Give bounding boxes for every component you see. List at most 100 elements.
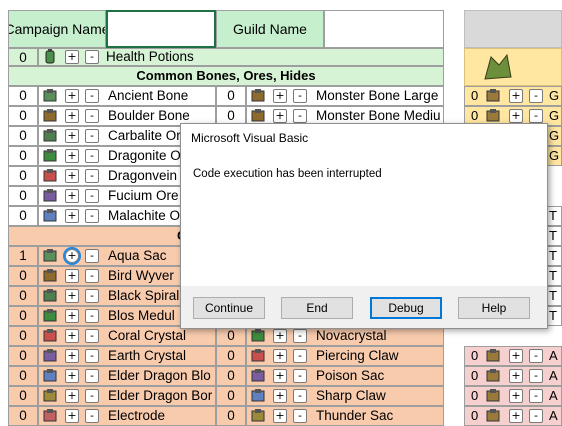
minus-button[interactable]: - xyxy=(85,269,99,283)
right-plus-button[interactable]: + xyxy=(509,369,523,383)
right-plus-button[interactable]: + xyxy=(509,349,523,363)
qty-cell[interactable]: 0 xyxy=(216,366,246,386)
qty-cell[interactable]: 0 xyxy=(8,206,38,226)
minus-button[interactable]: - xyxy=(293,109,307,123)
minus-button[interactable]: - xyxy=(293,329,307,343)
qty-cell[interactable]: 0 xyxy=(8,346,38,366)
qty-cell[interactable]: 0 xyxy=(8,406,38,426)
item-icon xyxy=(43,89,57,102)
minus-button[interactable]: - xyxy=(85,349,99,363)
minus-button[interactable]: - xyxy=(85,129,99,143)
minus-button[interactable]: - xyxy=(293,89,307,103)
qty-cell[interactable]: 0 xyxy=(8,306,38,326)
campaign-name-input[interactable] xyxy=(106,10,216,48)
minus-button[interactable]: - xyxy=(85,389,99,403)
continue-button[interactable]: Continue xyxy=(193,297,265,319)
minus-button[interactable]: - xyxy=(85,409,99,423)
minus-button[interactable]: - xyxy=(85,189,99,203)
minus-button[interactable]: - xyxy=(293,369,307,383)
qty-cell[interactable]: 0 xyxy=(8,326,38,346)
health-plus-button[interactable]: + xyxy=(65,50,79,64)
minus-button[interactable]: - xyxy=(85,309,99,323)
right-plus-button[interactable]: + xyxy=(509,89,523,103)
plus-button[interactable]: + xyxy=(63,247,81,265)
qty-cell[interactable]: 0 xyxy=(8,166,38,186)
plus-button[interactable]: + xyxy=(65,409,79,423)
qty-cell[interactable]: 0 xyxy=(8,186,38,206)
plus-button[interactable]: + xyxy=(65,349,79,363)
plus-button[interactable]: + xyxy=(273,409,287,423)
plus-button[interactable]: + xyxy=(65,269,79,283)
plus-button[interactable]: + xyxy=(273,109,287,123)
qty-cell[interactable]: 0 xyxy=(8,286,38,306)
plus-button[interactable]: + xyxy=(273,389,287,403)
plus-button[interactable]: + xyxy=(65,129,79,143)
qty-cell[interactable]: 0 xyxy=(8,366,38,386)
health-minus-button[interactable]: - xyxy=(85,50,99,64)
plus-button[interactable]: + xyxy=(65,309,79,323)
qty-value: 0 xyxy=(19,288,27,303)
minus-button[interactable]: - xyxy=(85,89,99,103)
right-minus-button[interactable]: - xyxy=(529,89,543,103)
qty-cell[interactable]: 0 xyxy=(216,326,246,346)
right-plus-button[interactable]: + xyxy=(509,109,523,123)
right-minus-button[interactable]: - xyxy=(529,389,543,403)
plus-button[interactable]: + xyxy=(273,349,287,363)
right-label-partial: T xyxy=(549,268,557,283)
guild-name-input[interactable] xyxy=(324,10,444,48)
minus-button[interactable]: - xyxy=(85,289,99,303)
plus-button[interactable]: + xyxy=(65,289,79,303)
plus-button[interactable]: + xyxy=(65,149,79,163)
plus-button[interactable]: + xyxy=(65,369,79,383)
right-label-partial: T xyxy=(549,208,557,223)
help-button[interactable]: Help xyxy=(458,297,530,319)
minus-button[interactable]: - xyxy=(85,369,99,383)
qty-cell[interactable]: 0 xyxy=(8,266,38,286)
qty-cell[interactable]: 0 xyxy=(8,146,38,166)
right-plus-button[interactable]: + xyxy=(509,389,523,403)
minus-button[interactable]: - xyxy=(293,389,307,403)
qty-value: 0 xyxy=(19,388,27,403)
qty-cell[interactable]: 1 xyxy=(8,246,38,266)
campaign-name-label: Campaign Name xyxy=(8,21,106,37)
debug-button[interactable]: Debug xyxy=(370,297,442,319)
plus-button[interactable]: + xyxy=(65,209,79,223)
plus-button[interactable]: + xyxy=(65,169,79,183)
qty-cell[interactable]: 0 xyxy=(8,106,38,126)
plus-button[interactable]: + xyxy=(273,369,287,383)
item-row: + - Earth Crystal xyxy=(38,346,216,366)
right-minus-button[interactable]: - xyxy=(529,409,543,423)
plus-button[interactable]: + xyxy=(65,389,79,403)
minus-button[interactable]: - xyxy=(85,249,99,263)
qty-cell[interactable]: 0 xyxy=(216,406,246,426)
plus-button[interactable]: + xyxy=(273,329,287,343)
right-plus-button[interactable]: + xyxy=(509,409,523,423)
qty-cell[interactable]: 0 xyxy=(8,86,38,106)
right-qty: 0 xyxy=(471,348,479,363)
plus-button[interactable]: + xyxy=(65,189,79,203)
qty-cell[interactable]: 0 xyxy=(216,86,246,106)
end-button[interactable]: End xyxy=(281,297,353,319)
plus-button[interactable]: + xyxy=(65,89,79,103)
right-label-partial: A xyxy=(549,388,558,403)
plus-button[interactable]: + xyxy=(273,89,287,103)
minus-button[interactable]: - xyxy=(293,349,307,363)
health-qty[interactable]: 0 xyxy=(8,48,38,66)
qty-cell[interactable]: 0 xyxy=(216,346,246,366)
qty-cell[interactable]: 0 xyxy=(8,386,38,406)
qty-cell[interactable]: 0 xyxy=(8,126,38,146)
item-row: + - Ancient Bone xyxy=(38,86,216,106)
right-minus-button[interactable]: - xyxy=(529,109,543,123)
plus-button[interactable]: + xyxy=(65,329,79,343)
minus-button[interactable]: - xyxy=(85,109,99,123)
minus-button[interactable]: - xyxy=(85,149,99,163)
right-minus-button[interactable]: - xyxy=(529,349,543,363)
right-minus-button[interactable]: - xyxy=(529,369,543,383)
campaign-name-header: Campaign Name xyxy=(8,10,106,48)
minus-button[interactable]: - xyxy=(293,409,307,423)
qty-cell[interactable]: 0 xyxy=(216,386,246,406)
minus-button[interactable]: - xyxy=(85,169,99,183)
minus-button[interactable]: - xyxy=(85,209,99,223)
plus-button[interactable]: + xyxy=(65,109,79,123)
minus-button[interactable]: - xyxy=(85,329,99,343)
